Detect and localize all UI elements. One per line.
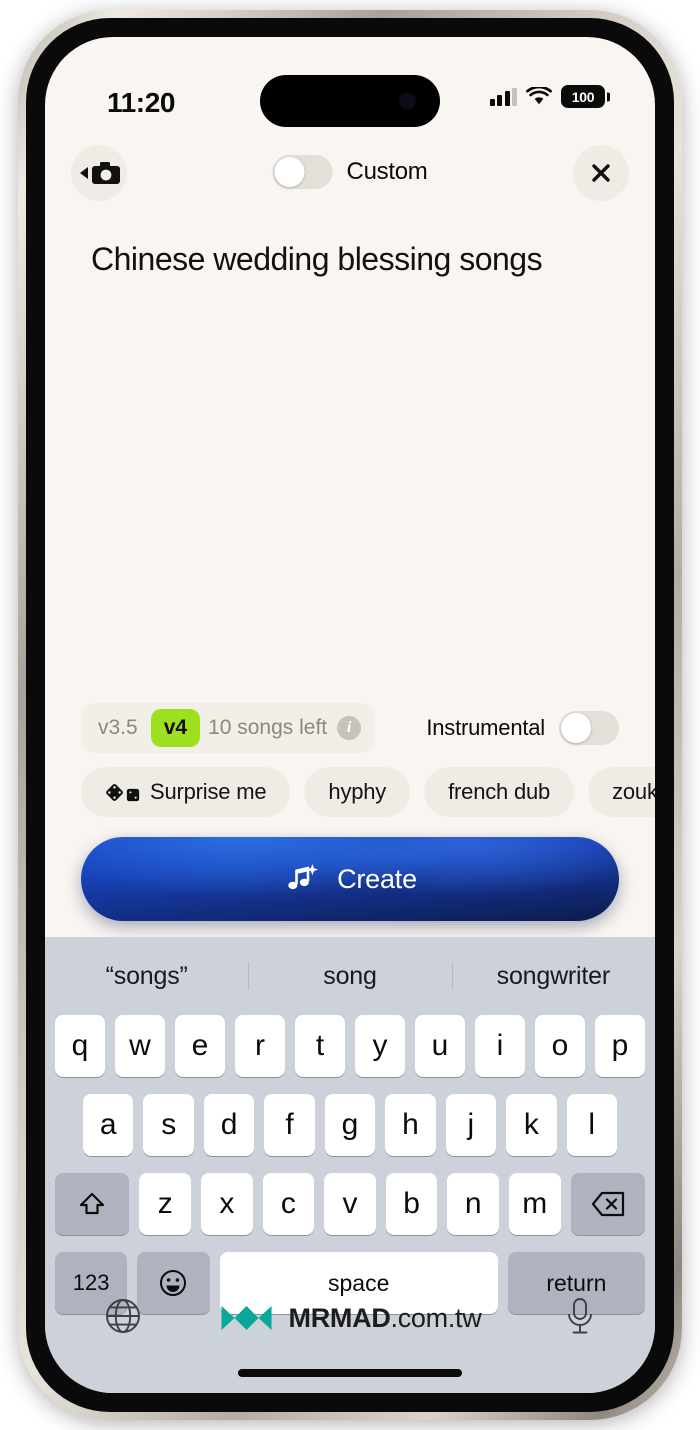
dice-icon xyxy=(105,783,140,802)
backspace-key[interactable] xyxy=(570,1173,646,1235)
watermark: MRMAD.com.tw xyxy=(219,1298,482,1338)
suggestion-bar: “songs” song songwriter xyxy=(45,937,655,1015)
globe-key[interactable] xyxy=(103,1296,143,1341)
back-to-camera-button[interactable] xyxy=(71,145,127,201)
version-option-v4[interactable]: v4 xyxy=(150,709,201,747)
suggestion-2[interactable]: songwriter xyxy=(452,962,655,991)
close-icon xyxy=(592,164,610,182)
keyboard-row-2: a s d f g h j k l xyxy=(55,1094,645,1156)
key-q[interactable]: q xyxy=(55,1015,105,1077)
songs-left-label: 10 songs left xyxy=(208,716,328,739)
suggestion-1[interactable]: song xyxy=(248,962,451,991)
key-l[interactable]: l xyxy=(566,1094,617,1156)
chip-label: french dub xyxy=(448,779,551,804)
key-j[interactable]: j xyxy=(445,1094,497,1156)
camera-back-icon xyxy=(79,162,120,184)
key-f[interactable]: f xyxy=(264,1094,315,1156)
instrumental-toggle-row[interactable]: Instrumental xyxy=(426,711,619,745)
key-v[interactable]: v xyxy=(324,1173,376,1235)
instrumental-label: Instrumental xyxy=(426,715,545,740)
key-a[interactable]: a xyxy=(83,1094,134,1156)
key-k[interactable]: k xyxy=(506,1094,557,1156)
key-m[interactable]: m xyxy=(508,1173,561,1235)
suggestion-0[interactable]: “songs” xyxy=(45,962,248,991)
key-e[interactable]: e xyxy=(175,1015,225,1077)
create-button[interactable]: Create xyxy=(81,837,619,921)
close-button[interactable] xyxy=(573,145,629,201)
dictation-key[interactable] xyxy=(563,1296,597,1341)
status-time: 11:20 xyxy=(107,87,176,118)
shift-key[interactable] xyxy=(54,1173,130,1235)
chip-label: Surprise me xyxy=(150,779,267,804)
battery-icon: 100 xyxy=(561,85,605,108)
create-button-label: Create xyxy=(337,863,417,894)
keyboard-bottom-bar: MRMAD.com.tw xyxy=(45,1289,655,1347)
key-w[interactable]: w xyxy=(115,1015,165,1077)
cellular-signal-icon xyxy=(489,87,517,106)
wifi-icon xyxy=(526,87,552,105)
phone-screen: 11:20 100 Custom Chinese wedding blessin… xyxy=(45,37,655,1393)
key-r[interactable]: r xyxy=(235,1015,285,1077)
toggle-knob xyxy=(561,713,591,743)
key-g[interactable]: g xyxy=(324,1094,376,1156)
info-icon[interactable]: i xyxy=(337,716,362,740)
phone-frame: 11:20 100 Custom Chinese wedding blessin… xyxy=(18,10,682,1420)
key-i[interactable]: i xyxy=(475,1015,525,1077)
version-selector[interactable]: v3.5 v4 10 songs left i xyxy=(81,703,376,753)
prompt-text[interactable]: Chinese wedding blessing songs xyxy=(91,239,609,281)
status-indicators: 100 xyxy=(489,85,605,108)
chip-zouk[interactable]: zouk xyxy=(588,767,655,817)
microphone-icon xyxy=(568,1297,592,1333)
ios-keyboard: “songs” song songwriter q w e r t y u i … xyxy=(45,937,655,1393)
home-indicator[interactable] xyxy=(238,1369,462,1377)
key-p[interactable]: p xyxy=(595,1015,645,1077)
watermark-text: MRMAD.com.tw xyxy=(289,1303,482,1334)
custom-toggle-row[interactable]: Custom xyxy=(272,155,428,189)
options-row: v3.5 v4 10 songs left i Instrumental xyxy=(81,702,619,754)
genre-chips-row[interactable]: Surprise me hyphy french dub zouk roc xyxy=(81,765,655,819)
front-camera-icon xyxy=(399,92,416,110)
shift-icon xyxy=(80,1192,105,1215)
keyboard-rows: q w e r t y u i o p a s d f g h j k l z … xyxy=(45,1015,655,1314)
key-t[interactable]: t xyxy=(295,1015,345,1077)
chip-label: hyphy xyxy=(328,779,387,804)
key-h[interactable]: h xyxy=(385,1094,436,1156)
key-x[interactable]: x xyxy=(201,1173,253,1235)
instrumental-toggle[interactable] xyxy=(559,711,619,745)
keyboard-row-3: z x c v b n m xyxy=(54,1173,646,1235)
music-note-sparkle-icon xyxy=(288,864,319,890)
key-u[interactable]: u xyxy=(415,1015,465,1077)
app-header: Custom xyxy=(45,145,655,217)
key-y[interactable]: y xyxy=(355,1015,405,1077)
prompt-input-area[interactable]: Chinese wedding blessing songs xyxy=(91,239,609,679)
toggle-knob xyxy=(274,157,305,187)
backspace-icon xyxy=(591,1191,624,1217)
key-s[interactable]: s xyxy=(143,1094,194,1156)
status-bar: 11:20 100 xyxy=(45,37,655,145)
custom-toggle[interactable] xyxy=(272,155,333,189)
keyboard-row-1: q w e r t y u i o p xyxy=(55,1015,645,1077)
mrmad-logo-icon xyxy=(221,1306,272,1330)
watermark-domain: .com.tw xyxy=(390,1302,482,1333)
key-c[interactable]: c xyxy=(262,1173,315,1235)
version-option-v35[interactable]: v3.5 xyxy=(85,709,151,747)
key-n[interactable]: n xyxy=(447,1173,499,1235)
key-d[interactable]: d xyxy=(203,1094,255,1156)
chip-label: zouk xyxy=(612,779,655,804)
battery-level: 100 xyxy=(571,88,595,105)
key-b[interactable]: b xyxy=(385,1173,438,1235)
dynamic-island xyxy=(260,75,440,127)
key-o[interactable]: o xyxy=(535,1015,585,1077)
phone-bezel: 11:20 100 Custom Chinese wedding blessin… xyxy=(26,18,674,1412)
key-z[interactable]: z xyxy=(139,1173,192,1235)
chip-surprise-me[interactable]: Surprise me xyxy=(81,767,291,817)
globe-icon xyxy=(106,1298,140,1333)
chip-french-dub[interactable]: french dub xyxy=(424,767,575,817)
chip-hyphy[interactable]: hyphy xyxy=(304,767,411,817)
watermark-brand: MRMAD xyxy=(288,1302,391,1333)
custom-toggle-label: Custom xyxy=(346,158,428,185)
